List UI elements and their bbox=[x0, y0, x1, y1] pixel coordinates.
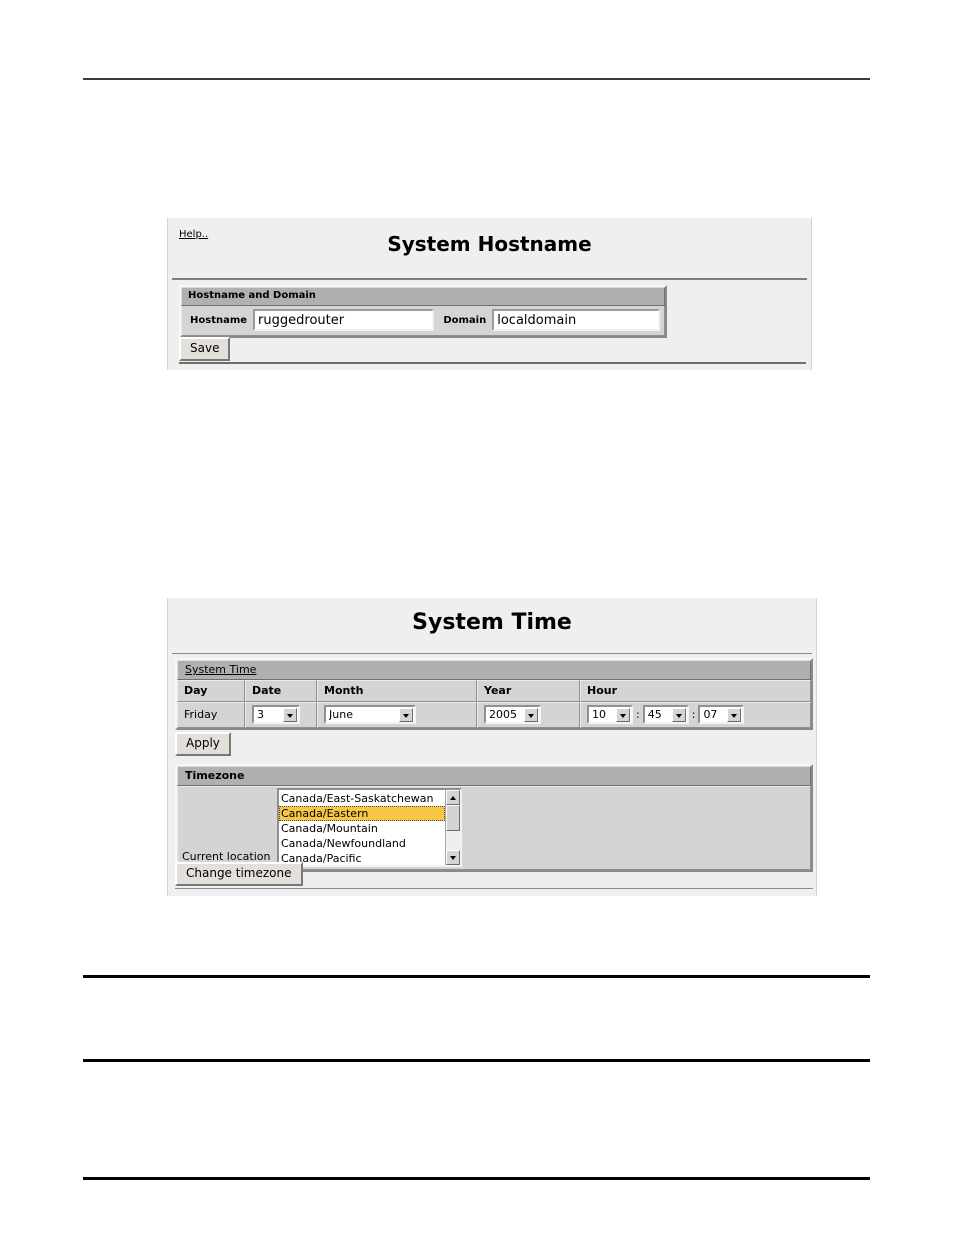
hour-cell: 10 : 45 : 07 bbox=[580, 702, 811, 728]
change-timezone-button[interactable]: Change timezone bbox=[175, 862, 303, 886]
save-button[interactable]: Save bbox=[179, 337, 231, 361]
column-header-hour: Hour bbox=[580, 680, 811, 702]
scrollbar-track[interactable] bbox=[446, 805, 460, 850]
year-select[interactable]: 2005 bbox=[484, 705, 541, 724]
timezone-body: Current location Canada/East-Saskatchewa… bbox=[177, 786, 811, 870]
hostname-domain-field-row: Hostname ruggedrouter Domain localdomain bbox=[181, 306, 665, 336]
system-time-title-divider bbox=[172, 653, 812, 654]
page-header-rule bbox=[83, 78, 870, 80]
system-time-panel: System Time System Time Day Date Month Y… bbox=[167, 598, 817, 896]
scroll-up-arrow-icon[interactable] bbox=[446, 790, 460, 805]
date-select[interactable]: 3 bbox=[252, 705, 300, 724]
time-separator-1: : bbox=[636, 708, 640, 721]
time-value-row: Friday 3 June 2005 10: 45: 07 bbox=[177, 702, 811, 728]
timezone-scrollbar[interactable] bbox=[445, 790, 460, 865]
title-divider bbox=[172, 278, 807, 280]
time-column-header-row: Day Date Month Year Hour bbox=[177, 680, 811, 702]
timezone-listbox[interactable]: Canada/East-Saskatchewan Canada/Eastern Ca… bbox=[277, 788, 462, 867]
chevron-down-icon bbox=[399, 708, 413, 722]
page-note-rule-top bbox=[83, 975, 870, 978]
month-select[interactable]: June bbox=[324, 705, 416, 724]
scroll-down-arrow-icon[interactable] bbox=[446, 850, 460, 865]
timezone-option[interactable]: Canada/East-Saskatchewan bbox=[279, 791, 445, 806]
column-header-year: Year bbox=[477, 680, 580, 702]
system-hostname-panel: Help.. System Hostname Hostname and Doma… bbox=[167, 218, 812, 370]
hour-select-value: 10 bbox=[592, 708, 606, 721]
month-select-value: June bbox=[329, 708, 353, 721]
page-note-rule-bottom bbox=[83, 1059, 870, 1062]
chevron-down-icon bbox=[283, 708, 297, 722]
time-panel-bottom-rule bbox=[175, 888, 813, 889]
date-select-value: 3 bbox=[257, 708, 264, 721]
timezone-table: Timezone Current location Canada/East-Sa… bbox=[175, 764, 813, 872]
apply-button[interactable]: Apply bbox=[175, 732, 231, 756]
minute-select[interactable]: 45 bbox=[642, 705, 689, 724]
second-select[interactable]: 07 bbox=[698, 705, 745, 724]
domain-label: Domain bbox=[443, 314, 487, 326]
date-cell: 3 bbox=[245, 702, 317, 728]
month-cell: June bbox=[317, 702, 477, 728]
chevron-down-icon bbox=[616, 708, 630, 722]
help-link[interactable]: Help.. bbox=[179, 229, 208, 240]
year-cell: 2005 bbox=[477, 702, 580, 728]
system-time-table: System Time Day Date Month Year Hour Fri… bbox=[175, 658, 813, 730]
domain-input[interactable]: localdomain bbox=[492, 309, 660, 331]
timezone-option[interactable]: Canada/Eastern bbox=[279, 806, 445, 821]
hostname-input[interactable]: ruggedrouter bbox=[253, 309, 435, 331]
second-select-value: 07 bbox=[703, 708, 718, 721]
page-title: System Hostname bbox=[387, 232, 592, 256]
hostname-label: Hostname bbox=[190, 314, 248, 326]
timezone-option[interactable]: Canada/Newfoundland bbox=[279, 836, 445, 851]
hostname-panel-bottom-rule bbox=[179, 362, 806, 364]
section-header-hostname-domain: Hostname and Domain bbox=[181, 287, 665, 306]
chevron-down-icon bbox=[671, 708, 686, 722]
time-separator-2: : bbox=[691, 708, 696, 721]
year-select-value: 2005 bbox=[489, 708, 517, 721]
day-value: Friday bbox=[177, 702, 245, 728]
timezone-option[interactable]: Canada/Pacific bbox=[279, 851, 445, 865]
column-header-day: Day bbox=[177, 680, 245, 702]
section-header-system-time: System Time bbox=[177, 660, 811, 680]
chevron-down-icon bbox=[524, 708, 538, 722]
column-header-month: Month bbox=[317, 680, 477, 702]
hour-select[interactable]: 10 bbox=[587, 705, 633, 724]
minute-select-value: 45 bbox=[647, 708, 662, 721]
timezone-option[interactable]: Canada/Mountain bbox=[279, 821, 445, 836]
system-time-title: System Time bbox=[412, 610, 572, 635]
column-header-date: Date bbox=[245, 680, 317, 702]
scrollbar-thumb[interactable] bbox=[446, 805, 460, 831]
section-header-system-time-label[interactable]: System Time bbox=[185, 663, 256, 676]
chevron-down-icon bbox=[727, 708, 742, 722]
timezone-option-list: Canada/East-Saskatchewan Canada/Eastern Ca… bbox=[279, 790, 445, 865]
section-header-timezone: Timezone bbox=[177, 766, 811, 786]
hostname-and-domain-table: Hostname and Domain Hostname ruggedroute… bbox=[179, 285, 667, 338]
page-footer-rule bbox=[83, 1177, 870, 1180]
